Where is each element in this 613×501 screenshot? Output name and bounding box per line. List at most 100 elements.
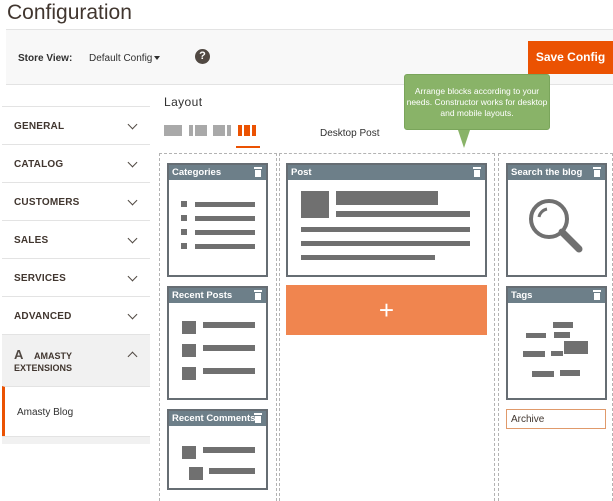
layout-option-2-columns-right[interactable] [213, 125, 231, 136]
block-title: Categories [172, 167, 222, 178]
layout-option-2-columns-left[interactable] [189, 125, 207, 136]
block-header: Recent Posts [169, 288, 266, 303]
sidebar-item-label: GENERAL [14, 121, 65, 132]
placeholder-image [301, 191, 329, 218]
sidebar-item-label: SALES [14, 235, 49, 246]
block-recent-comments[interactable]: Recent Comments [167, 409, 268, 490]
tooltip-arrow [458, 130, 470, 148]
layout-option-3-columns[interactable] [238, 125, 256, 136]
tag-placeholder [560, 370, 580, 376]
placeholder-line [203, 447, 255, 453]
placeholder-line [301, 255, 435, 260]
block-search-the-blog[interactable]: Search the blog [506, 163, 607, 277]
trash-icon[interactable] [254, 290, 262, 300]
layout-bar [189, 125, 193, 136]
block-categories[interactable]: Categories [167, 163, 268, 277]
sidebar-item-customers[interactable]: CUSTOMERS [2, 182, 150, 220]
tag-placeholder [554, 332, 570, 338]
add-block-button[interactable]: + [286, 285, 487, 335]
trash-icon[interactable] [254, 413, 262, 423]
caret-down-icon[interactable] [154, 56, 160, 60]
block-title: Post [291, 167, 312, 178]
sidebar-item-label: ADVANCED [14, 311, 72, 322]
layout-bar [238, 125, 242, 136]
archive-field[interactable] [506, 409, 606, 429]
tag-placeholder [523, 351, 545, 357]
trash-icon[interactable] [473, 167, 481, 177]
placeholder-bullet [181, 243, 187, 249]
block-header: Categories [169, 165, 266, 180]
sidebar-item-services[interactable]: SERVICES [2, 258, 150, 296]
tag-placeholder [564, 341, 588, 354]
placeholder-bullet [181, 201, 187, 207]
sidebar-item-label: AMASTY [34, 351, 72, 361]
trash-icon[interactable] [593, 167, 601, 177]
placeholder-bullet [181, 229, 187, 235]
placeholder-title [336, 191, 438, 205]
sidebar-item-sales[interactable]: SALES [2, 220, 150, 258]
block-header: Tags [508, 288, 605, 303]
sidebar-item-amasty-extensions[interactable]: A AMASTY EXTENSIONS [2, 334, 150, 386]
placeholder-thumb [182, 344, 196, 357]
trash-icon[interactable] [593, 290, 601, 300]
layout-bar [244, 125, 250, 136]
tag-placeholder [532, 371, 554, 377]
chevron-down-icon [127, 309, 138, 320]
chevron-down-icon [127, 157, 138, 168]
store-view-label: Store View: [18, 53, 73, 64]
placeholder-thumb [189, 467, 203, 480]
layout-bar [213, 125, 225, 136]
block-title: Recent Posts [172, 290, 233, 301]
layout-bar [227, 125, 231, 136]
block-post[interactable]: Post [286, 163, 487, 277]
placeholder-line [301, 227, 470, 232]
layout-tooltip: Arrange blocks according to your needs. … [404, 74, 550, 130]
save-config-button[interactable]: Save Config [528, 41, 613, 74]
block-recent-posts[interactable]: Recent Posts [167, 286, 268, 400]
block-tags[interactable]: Tags [506, 286, 607, 400]
placeholder-line [209, 468, 255, 474]
block-title: Recent Comments [172, 413, 256, 424]
layout-bar [164, 125, 182, 136]
chevron-up-icon [127, 351, 138, 362]
help-icon[interactable]: ? [195, 49, 210, 64]
tag-placeholder [553, 322, 573, 328]
placeholder-line [203, 368, 255, 374]
placeholder-thumb [182, 446, 196, 459]
tag-placeholder [526, 333, 546, 338]
amasty-logo-icon: A [14, 347, 24, 362]
placeholder-line [195, 202, 255, 207]
chevron-down-icon [127, 119, 138, 130]
placeholder-line [195, 244, 255, 249]
placeholder-thumb [182, 367, 196, 380]
chevron-down-icon [127, 233, 138, 244]
sidebar-subitem-label: Amasty Blog [17, 407, 74, 418]
layout-option-1-column[interactable] [164, 125, 182, 136]
block-title: Search the blog [511, 167, 583, 178]
block-header: Recent Comments [169, 411, 266, 426]
trash-icon[interactable] [254, 167, 262, 177]
selected-layout-indicator [236, 146, 260, 148]
layout-title: Layout [164, 95, 203, 109]
placeholder-bullet [181, 215, 187, 221]
sidebar-item-label: SERVICES [14, 273, 66, 284]
chevron-down-icon [127, 195, 138, 206]
sidebar-item-label: EXTENSIONS [14, 363, 73, 373]
page-title: Configuration [7, 1, 132, 24]
placeholder-line [203, 345, 255, 351]
sidebar-divider [2, 436, 150, 444]
sidebar-item-label: CUSTOMERS [14, 197, 80, 208]
layout-bar [252, 125, 256, 136]
placeholder-line [195, 230, 255, 235]
layout-bar [195, 125, 207, 136]
sidebar-item-label: CATALOG [14, 159, 64, 170]
block-title: Tags [511, 290, 533, 301]
sidebar-item-advanced[interactable]: ADVANCED [2, 296, 150, 334]
sidebar-item-general[interactable]: GENERAL [2, 106, 150, 144]
block-header: Post [288, 165, 485, 180]
sidebar-subitem-amasty-blog[interactable]: Amasty Blog [2, 386, 150, 436]
placeholder-line [301, 241, 470, 246]
placeholder-line [336, 211, 470, 217]
sidebar-item-catalog[interactable]: CATALOG [2, 144, 150, 182]
store-view-select[interactable]: Default Config [89, 53, 152, 64]
